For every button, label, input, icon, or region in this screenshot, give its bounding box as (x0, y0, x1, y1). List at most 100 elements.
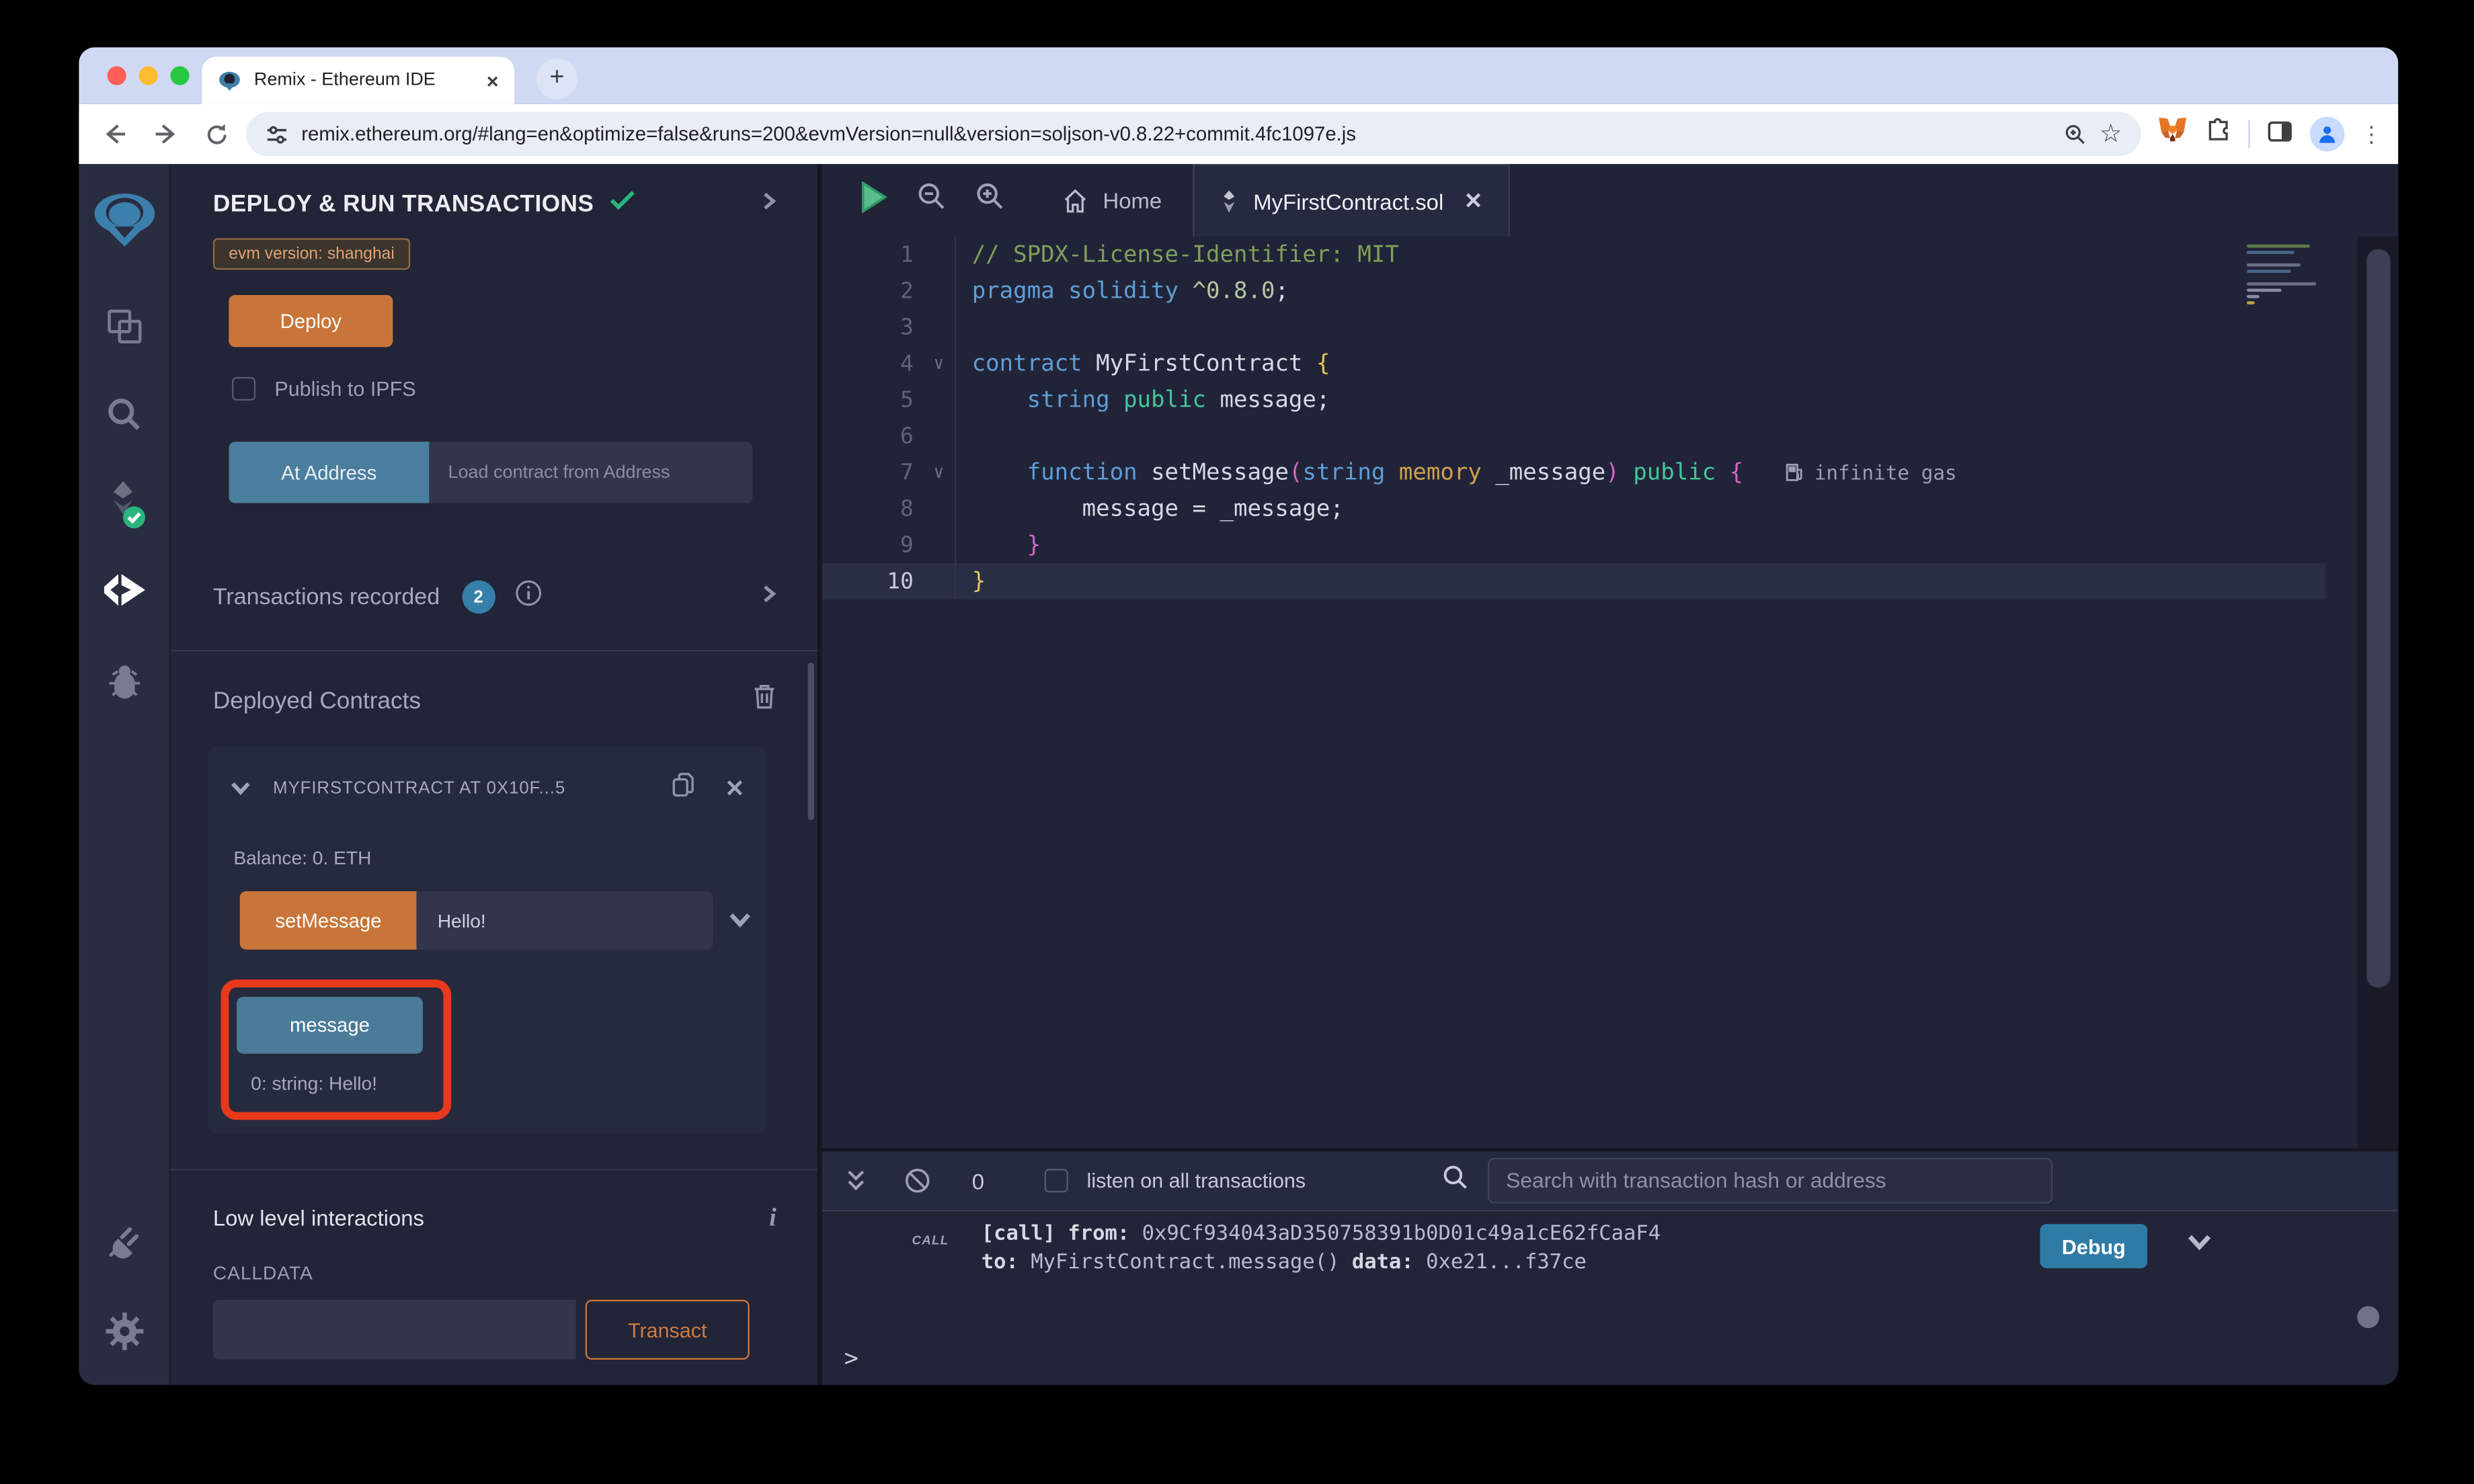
browser-tab[interactable]: Remix - Ethereum IDE × (202, 56, 514, 104)
clear-console-icon[interactable] (904, 1167, 931, 1194)
settings-gear-icon[interactable] (79, 1311, 170, 1352)
run-script-icon[interactable] (860, 181, 888, 220)
evm-version-badge: evm version: shanghai (213, 238, 411, 270)
debugger-icon[interactable] (79, 659, 170, 700)
contract-collapse-icon[interactable] (231, 774, 251, 802)
listen-all-checkbox[interactable] (1044, 1169, 1068, 1192)
log-call-tag: CALL (912, 1233, 949, 1247)
debug-button[interactable]: Debug (2040, 1224, 2148, 1268)
terminal-log-row[interactable]: CALL [call] from: 0x9Cf934043aD350758391… (822, 1211, 2399, 1278)
close-file-tab-icon[interactable]: ✕ (1464, 188, 1483, 214)
copy-address-icon[interactable] (671, 772, 696, 807)
url-text[interactable]: remix.ethereum.org/#lang=en&optimize=fal… (301, 123, 2050, 145)
at-address-button[interactable]: At Address (229, 442, 429, 503)
code-token: ; (1316, 387, 1330, 413)
metamask-extension-icon[interactable] (2157, 115, 2188, 153)
maximize-window-button[interactable] (170, 67, 189, 85)
forward-icon[interactable] (145, 114, 186, 155)
zoom-in-icon[interactable] (975, 181, 1005, 219)
terminal-prompt[interactable]: > (844, 1344, 859, 1372)
zoom-out-icon[interactable] (917, 181, 947, 219)
bookmark-star-icon[interactable]: ☆ (2100, 118, 2122, 150)
code-line[interactable]: 5 string public message; (822, 382, 2326, 418)
code-line[interactable]: 8 message = _message; (822, 491, 2326, 527)
setmessage-button[interactable]: setMessage (240, 891, 417, 950)
code-token: message (1220, 387, 1316, 413)
extensions-puzzle-icon[interactable] (2204, 116, 2233, 152)
trash-icon[interactable] (752, 683, 776, 718)
panel-collapse-icon[interactable] (762, 190, 776, 218)
log-segment: to: (982, 1251, 1019, 1274)
deploy-run-panel: DEPLOY & RUN TRANSACTIONS evm version: s… (170, 164, 817, 1385)
browser-menu-icon[interactable]: ⋮ (2360, 121, 2383, 148)
low-level-info-icon[interactable]: i (769, 1205, 776, 1233)
code-line[interactable]: 6 (822, 418, 2326, 454)
calldata-input[interactable] (213, 1300, 576, 1360)
minimize-window-button[interactable] (139, 67, 158, 85)
code-token: // SPDX-License-Identifier: MIT (972, 242, 1399, 267)
code-token: MyFirstContract (1096, 351, 1316, 376)
code-token: public (1123, 387, 1220, 413)
panel-resize-handle[interactable] (817, 164, 822, 1385)
remove-contract-icon[interactable]: ✕ (725, 774, 745, 802)
line-number: 10 (822, 569, 923, 594)
code-token: ) (1605, 460, 1619, 485)
solidity-compiler-icon[interactable] (79, 479, 170, 530)
contract-balance: Balance: 0. ETH (233, 847, 751, 869)
profile-avatar[interactable] (2310, 117, 2345, 152)
back-icon[interactable] (95, 114, 136, 155)
plugin-manager-icon[interactable] (79, 1221, 170, 1262)
code-line[interactable]: 9 } (822, 527, 2326, 563)
editor-scrollbar-thumb[interactable] (2366, 249, 2390, 987)
code-token: memory (1399, 460, 1495, 485)
code-line[interactable]: 7∨ function setMessage(string memory _me… (822, 454, 2326, 491)
file-explorer-icon[interactable] (79, 306, 170, 347)
tx-expand-icon[interactable] (762, 583, 776, 611)
solidity-file-icon (1220, 188, 1239, 214)
new-tab-button[interactable]: + (536, 58, 577, 99)
setmessage-expand-icon[interactable] (729, 906, 751, 934)
collapse-terminal-icon[interactable] (846, 1168, 867, 1194)
at-address-input[interactable]: Load contract from Address (429, 442, 752, 503)
code-line[interactable]: 4∨contract MyFirstContract { (822, 345, 2326, 382)
deploy-button[interactable]: Deploy (229, 295, 393, 347)
code-token: pragma solidity (972, 278, 1193, 304)
scroll-to-bottom-bubble[interactable] (2357, 1306, 2379, 1328)
side-panel-icon[interactable] (2266, 116, 2294, 152)
code-text: contract MyFirstContract { (955, 345, 1330, 382)
code-line[interactable]: 10} (822, 563, 2326, 600)
line-number: 9 (822, 532, 923, 558)
reload-icon[interactable] (196, 114, 237, 155)
terminal-search-input[interactable]: Search with transaction hash or address (1487, 1158, 2052, 1204)
file-tab-label: MyFirstContract.sol (1253, 188, 1443, 214)
code-editor[interactable]: 1// SPDX-License-Identifier: MIT2pragma … (822, 237, 2399, 1149)
search-icon[interactable] (79, 395, 170, 436)
editor-minimap[interactable] (2247, 241, 2323, 308)
log-expand-icon[interactable] (2187, 1231, 2212, 1259)
code-token: ; (1275, 278, 1288, 304)
site-settings-icon[interactable] (265, 122, 288, 146)
tab-myfirstcontract[interactable]: MyFirstContract.sol ✕ (1193, 164, 1509, 237)
code-line[interactable]: 2pragma solidity ^0.8.0; (822, 273, 2326, 309)
editor-scrollbar-track[interactable] (2357, 237, 2398, 1149)
code-line[interactable]: 1// SPDX-License-Identifier: MIT (822, 237, 2326, 273)
panel-scrollbar[interactable] (808, 663, 814, 821)
line-number: 3 (822, 315, 923, 340)
tx-info-icon[interactable] (514, 579, 542, 615)
deploy-run-icon[interactable] (79, 571, 170, 612)
transact-button[interactable]: Transact (586, 1300, 750, 1360)
fold-chevron-icon[interactable]: ∨ (923, 462, 955, 483)
url-bar[interactable]: remix.ethereum.org/#lang=en&optimize=fal… (246, 112, 2141, 157)
code-line[interactable]: 3 (822, 309, 2326, 345)
fold-chevron-icon[interactable]: ∨ (923, 354, 955, 374)
line-number: 6 (822, 423, 923, 449)
publish-ipfs-checkbox[interactable] (232, 377, 255, 401)
tab-home[interactable]: Home (1046, 164, 1178, 237)
message-button[interactable]: message (237, 997, 423, 1053)
remix-logo-icon[interactable] (79, 190, 170, 253)
setmessage-input[interactable]: Hello! (417, 891, 713, 950)
tab-title: Remix - Ethereum IDE (254, 71, 474, 90)
tab-close-icon[interactable]: × (487, 69, 499, 92)
zoom-page-icon[interactable] (2063, 122, 2087, 146)
close-window-button[interactable] (108, 67, 126, 85)
